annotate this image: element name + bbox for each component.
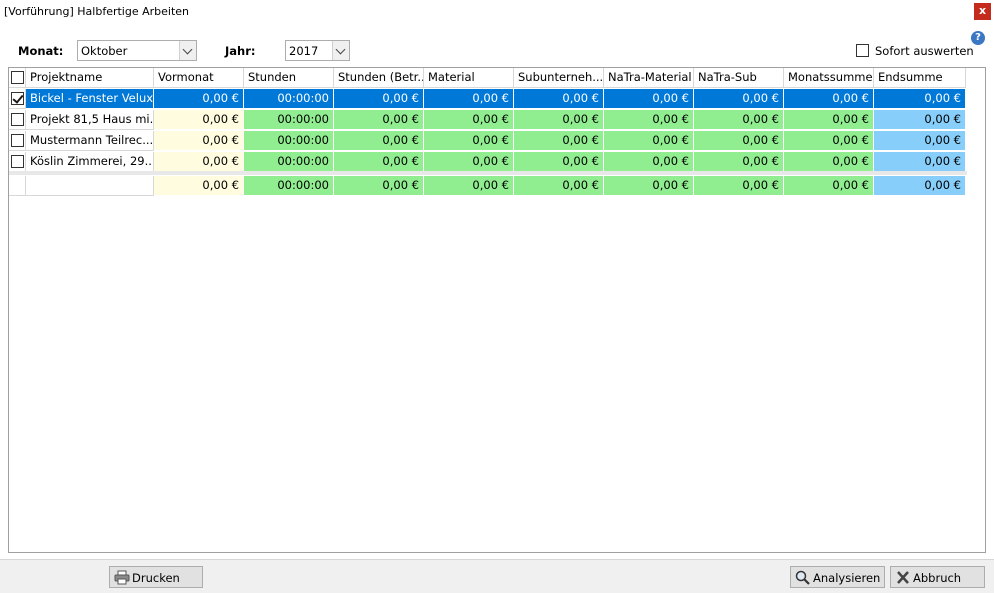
stunden-betr-cell[interactable]: 0,00 € [334, 89, 424, 109]
monatssumme-cell[interactable]: 0,00 € [784, 131, 874, 151]
jahr-value: 2017 [289, 44, 319, 58]
printer-icon [114, 570, 130, 585]
total-material: 0,00 € [424, 176, 514, 196]
column-header[interactable]: Material [424, 68, 514, 88]
monat-label: Monat: [18, 44, 64, 58]
row-checkbox-cell [9, 152, 26, 172]
natra-sub-cell[interactable]: 0,00 € [694, 152, 784, 172]
project-name-cell[interactable]: Köslin Zimmerei, 29... [26, 152, 154, 172]
endsumme-cell[interactable]: 0,00 € [874, 152, 966, 172]
vormonat-cell[interactable]: 0,00 € [154, 152, 244, 172]
monat-value: Oktober [81, 44, 128, 58]
column-header[interactable]: Stunden [244, 68, 334, 88]
subunternehmer-cell[interactable]: 0,00 € [514, 131, 604, 151]
total-natra-sub: 0,00 € [694, 176, 784, 196]
chevron-down-icon[interactable] [179, 41, 196, 60]
main-panel: Monat: Oktober Jahr: 2017 ? Sofort auswe… [0, 25, 994, 560]
totals-label-cell [26, 176, 154, 196]
cancel-button-label: Abbruch [913, 571, 962, 585]
totals-spacer-cell [9, 176, 26, 196]
row-checkbox[interactable] [11, 113, 24, 126]
total-endsumme: 0,00 € [874, 176, 966, 196]
title-bar: [Vorführung] Halbfertige Arbeiten x [0, 0, 994, 25]
total-stunden-betr: 0,00 € [334, 176, 424, 196]
stunden-cell[interactable]: 00:00:00 [244, 131, 334, 151]
column-header[interactable]: Stunden (Betr... [334, 68, 424, 88]
column-header[interactable]: NaTra-Material [604, 68, 694, 88]
subunternehmer-cell[interactable]: 0,00 € [514, 152, 604, 172]
subunternehmer-cell[interactable]: 0,00 € [514, 89, 604, 109]
natra-sub-cell[interactable]: 0,00 € [694, 89, 784, 109]
chevron-down-icon[interactable] [332, 41, 349, 60]
cancel-x-icon [895, 570, 911, 585]
row-checkbox[interactable] [11, 92, 24, 105]
total-vormonat: 0,00 € [154, 176, 244, 196]
stunden-cell[interactable]: 00:00:00 [244, 89, 334, 109]
analyze-button[interactable]: Analysieren [790, 566, 885, 588]
monatssumme-cell[interactable]: 0,00 € [784, 152, 874, 172]
endsumme-cell[interactable]: 0,00 € [874, 131, 966, 151]
natra-material-cell[interactable]: 0,00 € [604, 152, 694, 172]
stunden-betr-cell[interactable]: 0,00 € [334, 131, 424, 151]
total-stunden: 00:00:00 [244, 176, 334, 196]
sofort-label: Sofort auswerten [875, 44, 974, 58]
select-all-checkbox[interactable] [11, 71, 24, 84]
material-cell[interactable]: 0,00 € [424, 110, 514, 130]
endsumme-cell[interactable]: 0,00 € [874, 89, 966, 109]
magnifier-icon [795, 570, 811, 585]
row-checkbox-cell [9, 89, 26, 109]
vormonat-cell[interactable]: 0,00 € [154, 89, 244, 109]
natra-material-cell[interactable]: 0,00 € [604, 110, 694, 130]
vormonat-cell[interactable]: 0,00 € [154, 110, 244, 130]
natra-sub-cell[interactable]: 0,00 € [694, 110, 784, 130]
vormonat-cell[interactable]: 0,00 € [154, 131, 244, 151]
row-checkbox[interactable] [11, 134, 24, 147]
projects-grid[interactable]: Projektname Vormonat Stunden Stunden (Be… [8, 67, 986, 553]
subunternehmer-cell[interactable]: 0,00 € [514, 110, 604, 130]
jahr-select[interactable]: 2017 [285, 40, 350, 61]
project-name-cell[interactable]: Mustermann Teilrec... [26, 131, 154, 151]
analyze-button-label: Analysieren [813, 571, 881, 585]
totals-separator [9, 171, 967, 175]
row-checkbox-cell [9, 110, 26, 130]
column-header[interactable]: Endsumme [874, 68, 966, 88]
column-header[interactable]: Monatssumme [784, 68, 874, 88]
monat-select[interactable]: Oktober [77, 40, 197, 61]
row-checkbox[interactable] [11, 155, 24, 168]
monatssumme-cell[interactable]: 0,00 € [784, 110, 874, 130]
print-button-label: Drucken [132, 571, 180, 585]
total-monatssumme: 0,00 € [784, 176, 874, 196]
natra-sub-cell[interactable]: 0,00 € [694, 131, 784, 151]
column-header[interactable]: Projektname [26, 68, 154, 88]
column-header[interactable]: NaTra-Sub [694, 68, 784, 88]
window-title: [Vorführung] Halbfertige Arbeiten [4, 5, 190, 18]
stunden-betr-cell[interactable]: 0,00 € [334, 152, 424, 172]
sofort-checkbox[interactable] [856, 44, 869, 57]
cancel-button[interactable]: Abbruch [890, 566, 985, 588]
stunden-cell[interactable]: 00:00:00 [244, 110, 334, 130]
total-natra-material: 0,00 € [604, 176, 694, 196]
column-header[interactable]: Subunterneh... [514, 68, 604, 88]
material-cell[interactable]: 0,00 € [424, 131, 514, 151]
monatssumme-cell[interactable]: 0,00 € [784, 89, 874, 109]
total-subunternehmer: 0,00 € [514, 176, 604, 196]
stunden-betr-cell[interactable]: 0,00 € [334, 110, 424, 130]
endsumme-cell[interactable]: 0,00 € [874, 110, 966, 130]
help-icon[interactable]: ? [971, 31, 985, 45]
row-checkbox-cell [9, 131, 26, 151]
natra-material-cell[interactable]: 0,00 € [604, 89, 694, 109]
column-header[interactable]: Vormonat [154, 68, 244, 88]
project-name-cell[interactable]: Projekt 81,5 Haus mi... [26, 110, 154, 130]
stunden-cell[interactable]: 00:00:00 [244, 152, 334, 172]
project-name-cell[interactable]: Bickel - Fenster Velux [26, 89, 154, 109]
close-button[interactable]: x [974, 3, 991, 20]
material-cell[interactable]: 0,00 € [424, 89, 514, 109]
print-button[interactable]: Drucken [109, 566, 203, 588]
material-cell[interactable]: 0,00 € [424, 152, 514, 172]
natra-material-cell[interactable]: 0,00 € [604, 131, 694, 151]
header-select-all-cell [9, 68, 26, 88]
jahr-label: Jahr: [225, 44, 256, 58]
